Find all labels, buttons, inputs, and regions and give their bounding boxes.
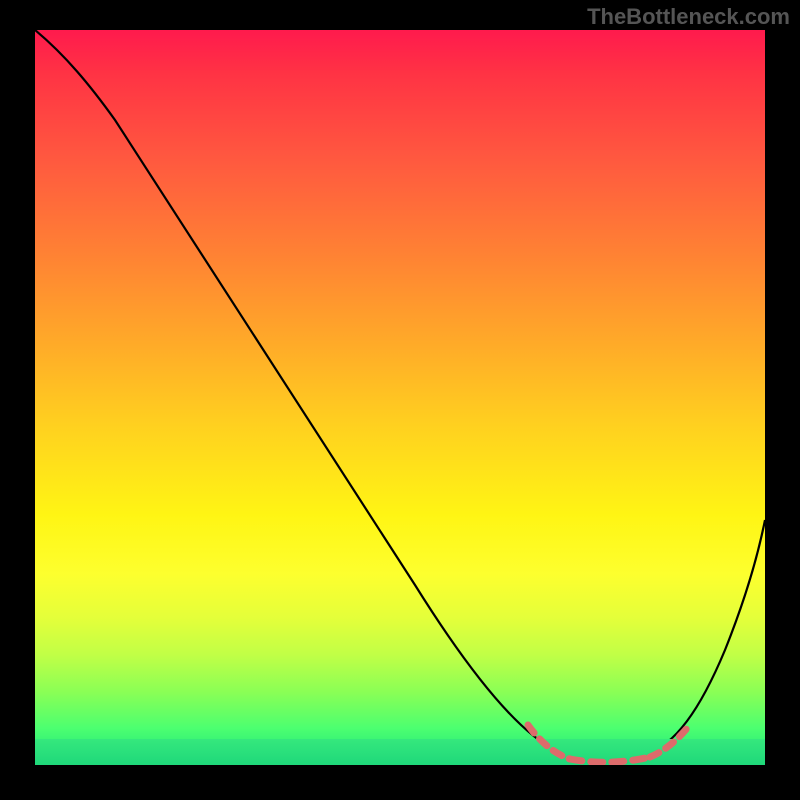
chart-bottom-band xyxy=(35,739,765,765)
chart-curve-svg xyxy=(35,30,765,765)
watermark-text: TheBottleneck.com xyxy=(587,4,790,30)
bottleneck-curve xyxy=(35,30,765,760)
chart-plot-area xyxy=(35,30,765,765)
